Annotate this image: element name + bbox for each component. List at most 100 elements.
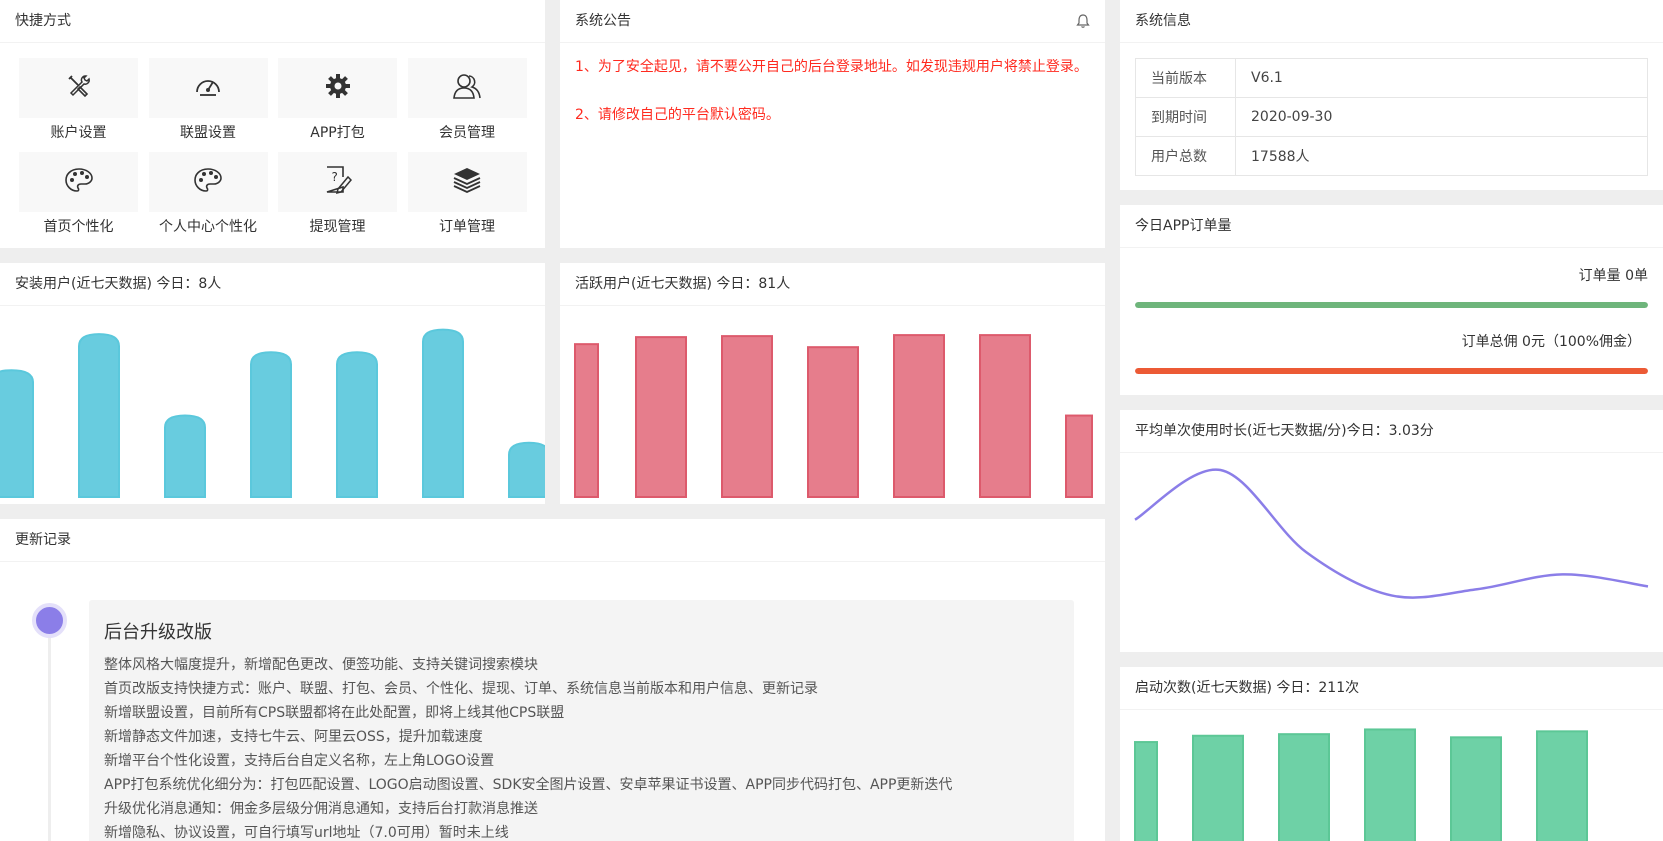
- chart-bar: [1065, 414, 1093, 498]
- changelog-title: 更新记录: [0, 519, 1105, 562]
- quick-item-label: 提现管理: [309, 219, 366, 235]
- quick-item[interactable]: APP打包: [278, 58, 397, 142]
- timeline-list-item: 新增静态文件加速，支持七牛云、阿里云OSS，提升加载速度: [104, 729, 483, 745]
- sysinfo-table: 当前版本 V6.1 到期时间 2020-09-30 用户总数 17588人: [1135, 58, 1648, 176]
- timeline-line: [48, 620, 51, 841]
- quick-item[interactable]: ? 提现管理: [278, 152, 397, 236]
- sysinfo-panel: 系统信息 当前版本 V6.1 到期时间 2020-09-30 用户总数 1758…: [1120, 0, 1663, 190]
- timeline-list-item: 新增平台个性化设置，支持后台自定义名称，左上角LOGO设置: [104, 753, 495, 769]
- chart-bar: [1536, 730, 1588, 841]
- active-chart-title: 活跃用户(近七天数据) 今日：81人: [560, 263, 1105, 306]
- timeline-list-item: 整体风格大幅度提升，新增配色更改、便签功能、支持关键词搜索模块: [104, 657, 538, 673]
- timeline-list-item: APP打包系统优化细分为：打包匹配设置、LOGO启动图设置、SDK安全图片设置、…: [104, 777, 953, 793]
- orders-panel: 今日APP订单量 订单量 0单 订单总佣 0元（100%佣金）: [1120, 205, 1663, 395]
- palette-icon: [64, 167, 94, 197]
- quick-item-label: 账户设置: [50, 125, 107, 141]
- quick-item-label: 联盟设置: [180, 125, 236, 141]
- sysinfo-key: 到期时间: [1135, 97, 1236, 137]
- tools-icon: [66, 73, 92, 103]
- quick-item[interactable]: 首页个性化: [19, 152, 138, 236]
- duration-chart-panel: 平均单次使用时长(近七天数据/分)今日：3.03分: [1120, 410, 1663, 652]
- quick-item-label: 订单管理: [439, 219, 495, 235]
- palette-icon: [193, 167, 223, 197]
- order-commission-label: 订单总佣 0元（100%佣金）: [1461, 334, 1641, 350]
- sysinfo-value: 2020-09-30: [1235, 97, 1648, 137]
- quick-item-label: APP打包: [310, 125, 365, 141]
- chart-bar: [574, 343, 599, 499]
- quick-panel-title: 快捷方式: [0, 0, 545, 43]
- order-count-progress-fill: [1135, 302, 1648, 308]
- orders-panel-title: 今日APP订单量: [1120, 205, 1663, 248]
- timeline-list-item: 升级优化消息通知：佣金多层级分佣消息通知，支持后台打款消息推送: [104, 801, 538, 817]
- quick-item-icon-box[interactable]: [148, 152, 268, 212]
- quick-panel: 快捷方式 账户设置 联盟设置 APP打包 会员管理 首页个性化 个人中心个性化? 提现管理 订…: [0, 0, 545, 248]
- timeline-list-item: 新增隐私、协议设置，可自行填写url地址（7.0可用）暂时未上线: [104, 825, 509, 841]
- chart-bar: [1192, 734, 1244, 841]
- timeline-list-item: 新增联盟设置，目前所有CPS联盟都将在此处配置，即将上线其他CPS联盟: [104, 705, 565, 721]
- layers-icon: [452, 166, 482, 198]
- notice-panel-title: 系统公告: [560, 0, 1105, 43]
- table-row: 当前版本 V6.1: [1135, 58, 1648, 98]
- duration-chart-title: 平均单次使用时长(近七天数据/分)今日：3.03分: [1120, 410, 1663, 453]
- chart-bar: [422, 328, 464, 498]
- chart-bar: [164, 414, 206, 498]
- chart-bar: [1364, 728, 1416, 841]
- bell-icon[interactable]: [1075, 13, 1091, 29]
- quick-item-icon-box[interactable]: [407, 58, 527, 118]
- quick-item[interactable]: 个人中心个性化: [148, 152, 268, 236]
- chart-bar: [0, 369, 34, 498]
- chart-bar: [1450, 736, 1502, 841]
- active-chart-panel: 活跃用户(近七天数据) 今日：81人: [560, 263, 1105, 504]
- install-chart-panel: 安装用户(近七天数据) 今日：8人: [0, 263, 545, 504]
- notice-panel: 系统公告 1、为了安全起见，请不要公开自己的后台登录地址。如发现违规用户将禁止登…: [560, 0, 1105, 248]
- gear-icon: [325, 73, 351, 103]
- quick-item-label: 会员管理: [439, 125, 495, 141]
- quick-item-icon-box[interactable]: [407, 152, 527, 212]
- quick-item[interactable]: 会员管理: [407, 58, 527, 142]
- active-bar-chart: [574, 334, 1093, 499]
- order-commission-progress: [1135, 368, 1648, 374]
- quick-item-icon-box[interactable]: [19, 152, 138, 212]
- quick-item-icon-box[interactable]: [278, 58, 397, 118]
- launch-chart-panel: 启动次数(近七天数据) 今日：211次: [1120, 667, 1663, 841]
- quick-item-label: 首页个性化: [43, 219, 114, 235]
- quick-item[interactable]: 联盟设置: [148, 58, 268, 142]
- document-edit-icon: ?: [324, 165, 352, 199]
- users-icon: [452, 72, 482, 104]
- quick-item[interactable]: 订单管理: [407, 152, 527, 236]
- sysinfo-panel-title: 系统信息: [1120, 0, 1663, 43]
- chart-bar: [1278, 733, 1330, 841]
- quick-item-icon-box[interactable]: ?: [278, 152, 397, 212]
- table-row: 到期时间 2020-09-30: [1135, 97, 1648, 137]
- install-chart-title: 安装用户(近七天数据) 今日：8人: [0, 263, 545, 306]
- chart-bar: [893, 334, 945, 498]
- sysinfo-key: 当前版本: [1135, 58, 1236, 98]
- order-count-progress: [1135, 302, 1648, 308]
- sysinfo-key: 用户总数: [1135, 136, 1236, 176]
- chart-bar: [979, 334, 1031, 498]
- timeline-list-item: 首页改版支持快捷方式：账户、联盟、打包、会员、个性化、提现、订单、系统信息当前版…: [104, 681, 818, 697]
- chart-series-line: [1134, 468, 1649, 599]
- install-bar-chart: [0, 328, 545, 498]
- chart-bar: [721, 335, 773, 498]
- chart-bar: [807, 346, 859, 498]
- chart-bar: [1134, 741, 1158, 841]
- quick-item-label: 个人中心个性化: [159, 219, 257, 235]
- order-count-label: 订单量 0单: [1578, 268, 1648, 284]
- chart-bar: [508, 441, 545, 498]
- notice-line-2: 2、请修改自己的平台默认密码。: [575, 107, 780, 123]
- svg-text:?: ?: [331, 170, 337, 184]
- chart-bar: [250, 351, 292, 498]
- timeline-entry-title: 后台升级改版: [104, 622, 212, 643]
- quick-item-icon-box[interactable]: [148, 58, 268, 118]
- launch-chart-title: 启动次数(近七天数据) 今日：211次: [1120, 667, 1663, 710]
- quick-item[interactable]: 账户设置: [19, 58, 138, 142]
- chart-bar: [78, 333, 120, 498]
- sysinfo-value: V6.1: [1235, 58, 1648, 98]
- gauge-icon: [194, 73, 222, 103]
- quick-item-icon-box[interactable]: [19, 58, 138, 118]
- sysinfo-value: 17588人: [1235, 136, 1648, 176]
- chart-bar: [336, 351, 378, 498]
- duration-line-chart: [1134, 468, 1649, 599]
- chart-bar: [635, 336, 687, 498]
